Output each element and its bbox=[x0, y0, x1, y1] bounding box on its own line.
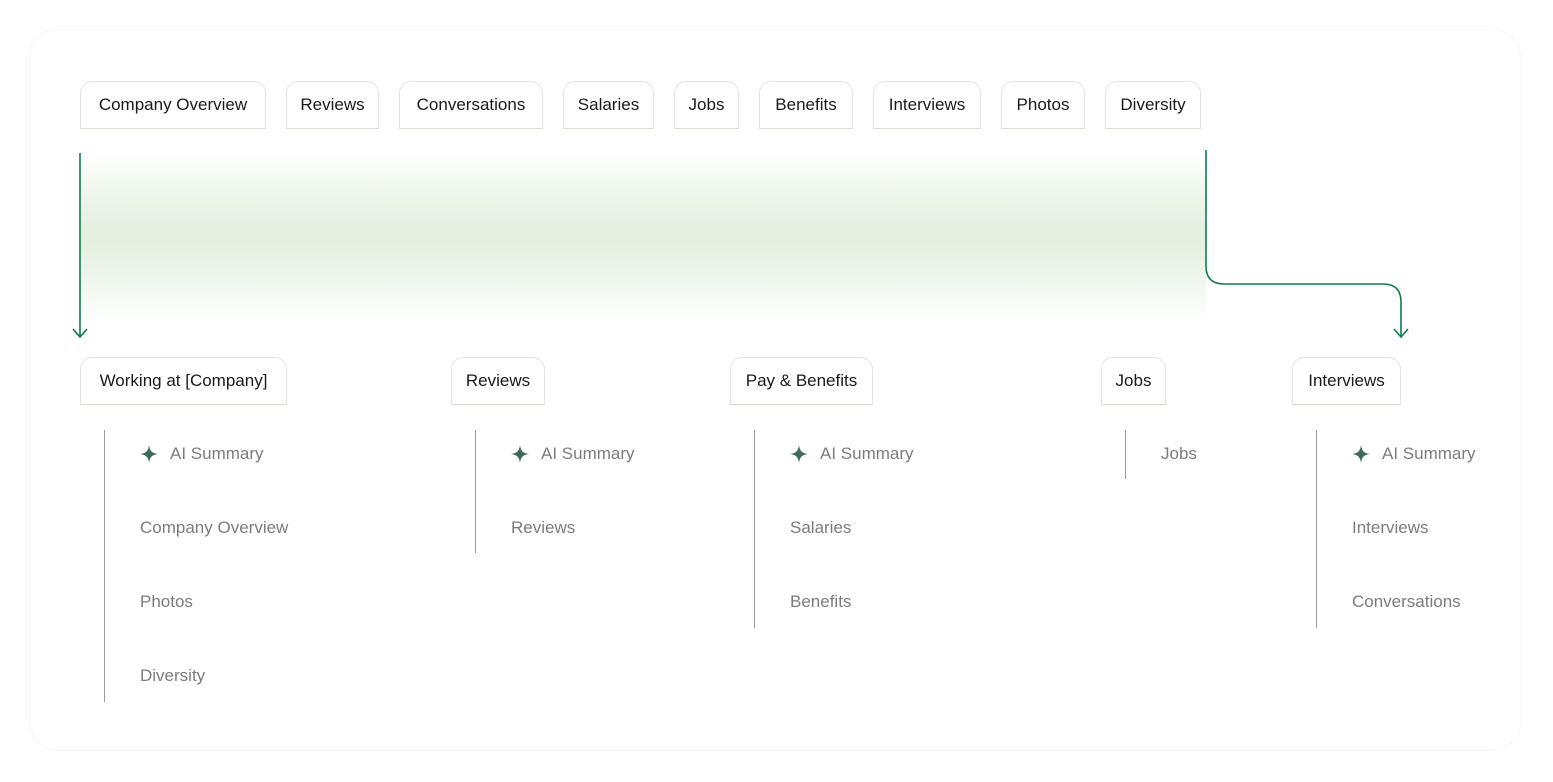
group-divider-pay-benefits bbox=[754, 430, 755, 628]
group-item-label: Diversity bbox=[140, 666, 206, 685]
tab-benefits[interactable]: Benefits bbox=[759, 81, 853, 129]
group-item-label: Benefits bbox=[790, 592, 852, 611]
group-item-interviews[interactable]: Interviews bbox=[1352, 516, 1429, 540]
group-divider-reviews bbox=[475, 430, 476, 553]
tab-diversity[interactable]: Diversity bbox=[1105, 81, 1201, 129]
group-item-benefits[interactable]: Benefits bbox=[790, 590, 851, 614]
tab-company-overview[interactable]: Company Overview bbox=[80, 81, 266, 129]
tab-salaries[interactable]: Salaries bbox=[563, 81, 654, 129]
tab-conversations[interactable]: Conversations bbox=[399, 81, 543, 129]
group-item-diversity[interactable]: Diversity bbox=[140, 664, 205, 688]
group-item-label: Reviews bbox=[511, 518, 576, 537]
group-item-label: AI Summary bbox=[820, 444, 914, 463]
right-elbow-arrow bbox=[1205, 150, 1409, 339]
group-item-label: AI Summary bbox=[541, 444, 635, 463]
group-divider-working-at-company bbox=[104, 430, 105, 702]
group-item-ai-summary[interactable]: AI Summary bbox=[790, 442, 914, 466]
group-item-ai-summary[interactable]: AI Summary bbox=[1352, 442, 1476, 466]
group-item-label: Photos bbox=[140, 592, 193, 611]
sparkle-icon bbox=[1352, 445, 1370, 463]
group-item-photos[interactable]: Photos bbox=[140, 590, 193, 614]
group-item-ai-summary[interactable]: AI Summary bbox=[511, 442, 635, 466]
group-tab-pay-benefits[interactable]: Pay & Benefits bbox=[730, 357, 873, 405]
group-item-company-overview[interactable]: Company Overview bbox=[140, 516, 288, 540]
group-item-ai-summary[interactable]: AI Summary bbox=[140, 442, 264, 466]
group-item-label: AI Summary bbox=[170, 444, 264, 463]
tab-photos[interactable]: Photos bbox=[1001, 81, 1085, 129]
tab-interviews[interactable]: Interviews bbox=[873, 81, 981, 129]
group-divider-jobs bbox=[1125, 430, 1126, 479]
sparkle-icon bbox=[511, 445, 529, 463]
tab-jobs[interactable]: Jobs bbox=[674, 81, 739, 129]
group-item-label: Salaries bbox=[790, 518, 852, 537]
group-item-jobs[interactable]: Jobs bbox=[1161, 442, 1197, 466]
group-item-reviews[interactable]: Reviews bbox=[511, 516, 575, 540]
group-tab-interviews[interactable]: Interviews bbox=[1292, 357, 1401, 405]
group-divider-interviews bbox=[1316, 430, 1317, 628]
sparkle-icon bbox=[140, 445, 158, 463]
left-down-arrow bbox=[72, 153, 88, 339]
group-item-label: Jobs bbox=[1161, 444, 1197, 463]
group-tab-reviews[interactable]: Reviews bbox=[451, 357, 545, 405]
group-item-label: Company Overview bbox=[140, 518, 289, 537]
diagram-canvas: Company Overview Reviews Conversations S… bbox=[0, 0, 1553, 782]
group-item-label: AI Summary bbox=[1382, 444, 1476, 463]
group-tab-jobs[interactable]: Jobs bbox=[1101, 357, 1166, 405]
group-item-conversations[interactable]: Conversations bbox=[1352, 590, 1461, 614]
group-item-salaries[interactable]: Salaries bbox=[790, 516, 851, 540]
group-item-label: Conversations bbox=[1352, 592, 1461, 611]
group-tab-working-at-company[interactable]: Working at [Company] bbox=[80, 357, 287, 405]
sparkle-icon bbox=[790, 445, 808, 463]
tab-reviews[interactable]: Reviews bbox=[286, 81, 379, 129]
group-item-label: Interviews bbox=[1352, 518, 1429, 537]
